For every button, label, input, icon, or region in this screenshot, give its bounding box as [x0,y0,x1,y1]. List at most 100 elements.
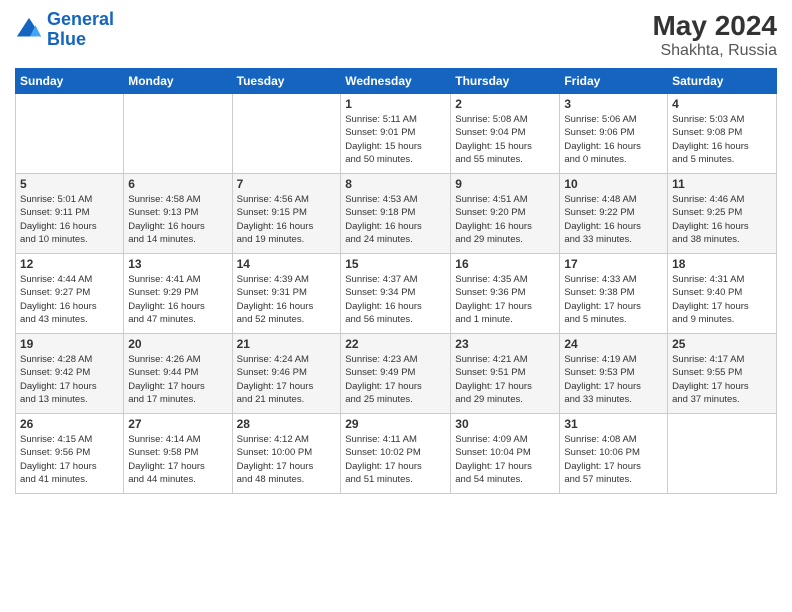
calendar-cell: 29Sunrise: 4:11 AM Sunset: 10:02 PM Dayl… [341,414,451,494]
calendar-cell: 3Sunrise: 5:06 AM Sunset: 9:06 PM Daylig… [560,94,668,174]
calendar-cell [232,94,341,174]
day-number: 3 [564,97,663,111]
day-of-week-monday: Monday [124,69,232,94]
day-info: Sunrise: 4:51 AM Sunset: 9:20 PM Dayligh… [455,193,555,246]
logo: General Blue [15,10,114,50]
calendar-cell [16,94,124,174]
calendar-cell: 6Sunrise: 4:58 AM Sunset: 9:13 PM Daylig… [124,174,232,254]
day-number: 26 [20,417,119,431]
logo-blue: Blue [47,29,86,49]
page: General Blue May 2024 Shakhta, Russia Su… [0,0,792,612]
day-number: 5 [20,177,119,191]
calendar-cell [668,414,777,494]
calendar-cell: 22 Sunrise: 4:23 AM Sunset: 9:49 PM Dayli… [341,334,451,414]
calendar-cell: 30Sunrise: 4:09 AM Sunset: 10:04 PM Dayl… [451,414,560,494]
day-info: Sunrise: 4:44 AM Sunset: 9:27 PM Dayligh… [20,273,119,326]
day-info: Sunrise: 4:58 AM Sunset: 9:13 PM Dayligh… [128,193,227,246]
day-info: Sunrise: 4:37 AM Sunset: 9:34 PM Dayligh… [345,273,446,326]
calendar-cell: 19 Sunrise: 4:28 AM Sunset: 9:42 PM Dayli… [16,334,124,414]
day-info: Sunrise: 5:01 AM Sunset: 9:11 PM Dayligh… [20,193,119,246]
logo-general: General [47,9,114,29]
day-number: 25 [672,337,772,351]
header: General Blue May 2024 Shakhta, Russia [15,10,777,60]
day-info: Sunrise: 4:35 AM Sunset: 9:36 PM Dayligh… [455,273,555,326]
day-number: 27 [128,417,227,431]
day-info: Sunrise: 4:17 AM Sunset: 9:55 PM Dayligh… [672,353,772,406]
day-info: Sunrise: 5:11 AM Sunset: 9:01 PM Dayligh… [345,113,446,166]
day-number: 4 [672,97,772,111]
calendar-cell: 12Sunrise: 4:44 AM Sunset: 9:27 PM Dayli… [16,254,124,334]
calendar-cell: 13 Sunrise: 4:41 AM Sunset: 9:29 PM Dayli… [124,254,232,334]
calendar-cell: 15 Sunrise: 4:37 AM Sunset: 9:34 PM Dayli… [341,254,451,334]
calendar-cell: 21 Sunrise: 4:24 AM Sunset: 9:46 PM Dayli… [232,334,341,414]
day-info: Sunrise: 4:24 AM Sunset: 9:46 PM Dayligh… [237,353,337,406]
day-info: Sunrise: 4:09 AM Sunset: 10:04 PM Daylig… [455,433,555,486]
day-info: Sunrise: 4:48 AM Sunset: 9:22 PM Dayligh… [564,193,663,246]
day-info: Sunrise: 4:28 AM Sunset: 9:42 PM Dayligh… [20,353,119,406]
calendar-cell: 31 Sunrise: 4:08 AM Sunset: 10:06 PM Dayl… [560,414,668,494]
calendar-cell: 9Sunrise: 4:51 AM Sunset: 9:20 PM Daylig… [451,174,560,254]
day-number: 16 [455,257,555,271]
day-info: Sunrise: 4:56 AM Sunset: 9:15 PM Dayligh… [237,193,337,246]
day-info: Sunrise: 4:33 AM Sunset: 9:38 PM Dayligh… [564,273,663,326]
day-number: 13 [128,257,227,271]
day-info: Sunrise: 4:08 AM Sunset: 10:06 PM Daylig… [564,433,663,486]
week-row-4: 19 Sunrise: 4:28 AM Sunset: 9:42 PM Dayli… [16,334,777,414]
day-number: 2 [455,97,555,111]
day-number: 15 [345,257,446,271]
logo-text: General Blue [47,10,114,50]
calendar-cell: 5 Sunrise: 5:01 AM Sunset: 9:11 PM Daylig… [16,174,124,254]
calendar-cell: 4 Sunrise: 5:03 AM Sunset: 9:08 PM Daylig… [668,94,777,174]
calendar-cell: 24 Sunrise: 4:19 AM Sunset: 9:53 PM Dayli… [560,334,668,414]
day-of-week-thursday: Thursday [451,69,560,94]
calendar-cell: 10 Sunrise: 4:48 AM Sunset: 9:22 PM Dayli… [560,174,668,254]
calendar-cell: 18Sunrise: 4:31 AM Sunset: 9:40 PM Dayli… [668,254,777,334]
day-info: Sunrise: 5:03 AM Sunset: 9:08 PM Dayligh… [672,113,772,166]
day-number: 24 [564,337,663,351]
calendar-cell: 8Sunrise: 4:53 AM Sunset: 9:18 PM Daylig… [341,174,451,254]
month-year: May 2024 [652,10,777,42]
calendar-cell: 11 Sunrise: 4:46 AM Sunset: 9:25 PM Dayli… [668,174,777,254]
day-number: 17 [564,257,663,271]
day-number: 31 [564,417,663,431]
week-row-2: 5 Sunrise: 5:01 AM Sunset: 9:11 PM Daylig… [16,174,777,254]
day-number: 11 [672,177,772,191]
day-info: Sunrise: 4:21 AM Sunset: 9:51 PM Dayligh… [455,353,555,406]
logo-icon [15,16,43,44]
calendar-cell: 27 Sunrise: 4:14 AM Sunset: 9:58 PM Dayli… [124,414,232,494]
day-number: 29 [345,417,446,431]
calendar-cell: 26 Sunrise: 4:15 AM Sunset: 9:56 PM Dayli… [16,414,124,494]
day-number: 28 [237,417,337,431]
day-info: Sunrise: 4:14 AM Sunset: 9:58 PM Dayligh… [128,433,227,486]
day-of-week-saturday: Saturday [668,69,777,94]
day-info: Sunrise: 4:26 AM Sunset: 9:44 PM Dayligh… [128,353,227,406]
calendar-cell: 14Sunrise: 4:39 AM Sunset: 9:31 PM Dayli… [232,254,341,334]
day-info: Sunrise: 4:15 AM Sunset: 9:56 PM Dayligh… [20,433,119,486]
calendar-cell: 7Sunrise: 4:56 AM Sunset: 9:15 PM Daylig… [232,174,341,254]
calendar-cell: 23 Sunrise: 4:21 AM Sunset: 9:51 PM Dayli… [451,334,560,414]
day-number: 22 [345,337,446,351]
day-number: 23 [455,337,555,351]
calendar-cell: 25 Sunrise: 4:17 AM Sunset: 9:55 PM Dayli… [668,334,777,414]
day-number: 21 [237,337,337,351]
title-block: May 2024 Shakhta, Russia [652,10,777,60]
day-info: Sunrise: 4:12 AM Sunset: 10:00 PM Daylig… [237,433,337,486]
day-of-week-sunday: Sunday [16,69,124,94]
week-row-1: 1 Sunrise: 5:11 AM Sunset: 9:01 PM Daylig… [16,94,777,174]
day-number: 8 [345,177,446,191]
calendar-cell [124,94,232,174]
day-number: 20 [128,337,227,351]
day-info: Sunrise: 4:39 AM Sunset: 9:31 PM Dayligh… [237,273,337,326]
calendar-header-row: SundayMondayTuesdayWednesdayThursdayFrid… [16,69,777,94]
day-number: 10 [564,177,663,191]
day-info: Sunrise: 4:19 AM Sunset: 9:53 PM Dayligh… [564,353,663,406]
location: Shakhta, Russia [652,42,777,60]
calendar-cell: 17 Sunrise: 4:33 AM Sunset: 9:38 PM Dayli… [560,254,668,334]
calendar-cell: 16 Sunrise: 4:35 AM Sunset: 9:36 PM Dayli… [451,254,560,334]
day-info: Sunrise: 4:46 AM Sunset: 9:25 PM Dayligh… [672,193,772,246]
day-info: Sunrise: 4:23 AM Sunset: 9:49 PM Dayligh… [345,353,446,406]
calendar-cell: 20 Sunrise: 4:26 AM Sunset: 9:44 PM Dayli… [124,334,232,414]
day-info: Sunrise: 4:41 AM Sunset: 9:29 PM Dayligh… [128,273,227,326]
day-number: 1 [345,97,446,111]
day-number: 19 [20,337,119,351]
